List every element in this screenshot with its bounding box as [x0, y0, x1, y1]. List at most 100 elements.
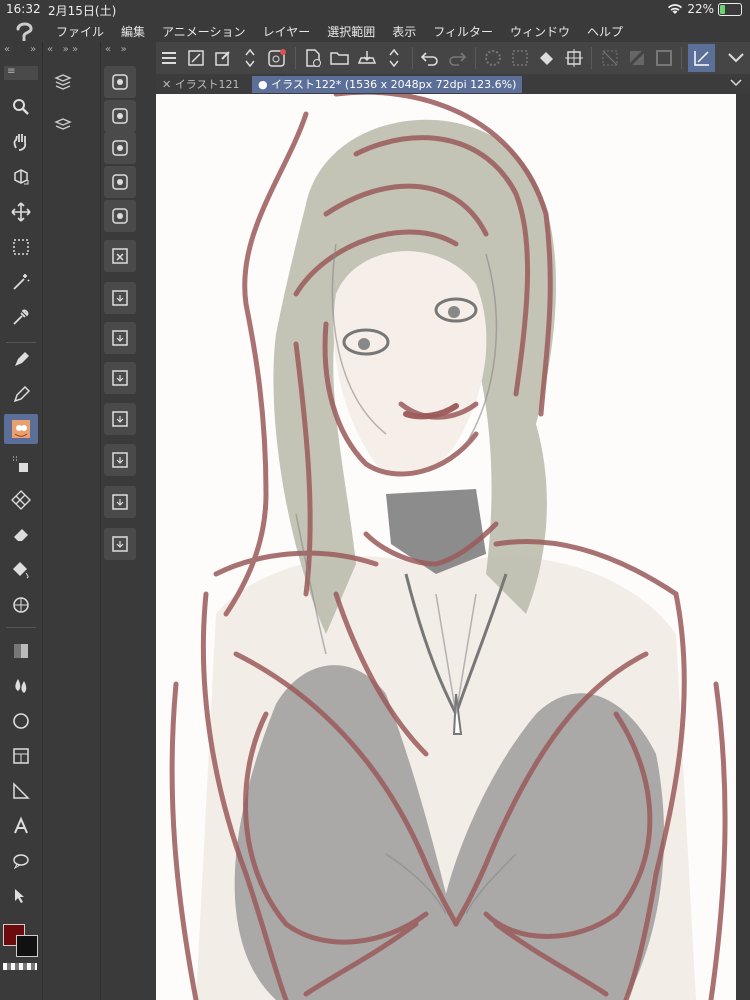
- tool-frame-icon[interactable]: [4, 741, 38, 771]
- pen-icon: [15, 352, 29, 366]
- color-mix-icon: [112, 174, 128, 190]
- open-folder-icon[interactable]: [329, 46, 352, 70]
- material-image-button[interactable]: [104, 362, 136, 394]
- loading-icon[interactable]: [482, 46, 505, 70]
- menu-icon[interactable]: [158, 46, 181, 70]
- layer-icon[interactable]: [53, 114, 73, 134]
- tool-ruler-icon[interactable]: [4, 776, 38, 806]
- expand-icon[interactable]: »: [30, 44, 36, 55]
- material-close-button[interactable]: [104, 240, 136, 272]
- material-download-button[interactable]: [104, 403, 136, 435]
- ios-status-bar: 16:32 2月15日(土) 22%: [0, 0, 750, 20]
- undo-icon[interactable]: [419, 46, 442, 70]
- save-icon[interactable]: [356, 46, 379, 70]
- canvas-scroll-area[interactable]: [736, 94, 750, 1000]
- palette-header: « »: [0, 42, 42, 60]
- tool-operation-icon[interactable]: [4, 881, 38, 911]
- color-mix-button[interactable]: [104, 166, 136, 198]
- material-folder-button[interactable]: [104, 282, 136, 314]
- companion-icon[interactable]: [266, 46, 289, 70]
- layer-property-icon[interactable]: [53, 72, 73, 92]
- tool-eyedropper-icon[interactable]: [4, 302, 38, 332]
- tab-label: イラスト121: [174, 78, 240, 91]
- collapse-left-icon[interactable]: «: [4, 44, 10, 55]
- balloon-icon: [13, 854, 29, 870]
- sub-tool-button[interactable]: [104, 100, 136, 132]
- color-circle-button[interactable]: [104, 66, 136, 98]
- up-down-icon[interactable]: [239, 46, 262, 70]
- material-star-button[interactable]: [104, 486, 136, 518]
- material-figure-icon: [112, 452, 128, 468]
- eyedropper-icon: [13, 309, 29, 325]
- tool-airbrush-icon[interactable]: [4, 449, 38, 479]
- material-import-button[interactable]: [104, 528, 136, 560]
- tool-zoom-icon[interactable]: [4, 92, 38, 122]
- tool-select-rect-icon[interactable]: [4, 232, 38, 262]
- tool-move-icon[interactable]: [4, 197, 38, 227]
- fill-selection-icon[interactable]: [535, 46, 558, 70]
- chevron-down-icon[interactable]: [725, 46, 748, 70]
- ruler-snap-icon[interactable]: [652, 46, 675, 70]
- animation-button[interactable]: [104, 200, 136, 232]
- material-figure-button[interactable]: [104, 444, 136, 476]
- up-down-icon-2[interactable]: [383, 46, 406, 70]
- select-rect-icon: [13, 239, 29, 255]
- menu-item[interactable]: ヘルプ: [587, 23, 623, 40]
- tool-pen-icon[interactable]: [4, 345, 38, 375]
- tool-text-icon[interactable]: [4, 811, 38, 841]
- tool-eraser-icon[interactable]: [4, 520, 38, 550]
- layer-panel-strip: « » »: [42, 42, 101, 1000]
- tool-divider: [6, 627, 36, 628]
- menu-item[interactable]: 選択範囲: [327, 23, 375, 40]
- decoration-icon: [11, 490, 31, 510]
- tool-rotate-icon[interactable]: [4, 162, 38, 192]
- menu-item[interactable]: 編集: [121, 23, 145, 40]
- menu-item[interactable]: レイヤー: [263, 23, 311, 40]
- tool-gradient-icon[interactable]: [4, 636, 38, 666]
- palette-menu-icon[interactable]: ≡: [4, 66, 38, 80]
- app-logo-icon[interactable]: [14, 21, 36, 41]
- tool-magic-wand-icon[interactable]: [4, 267, 38, 297]
- material-pattern-button[interactable]: [104, 322, 136, 354]
- tool-balloon-icon[interactable]: [4, 846, 38, 876]
- canvas-resize-icon[interactable]: [185, 46, 208, 70]
- hide-selection-icon[interactable]: [598, 46, 621, 70]
- tool-decoration-icon[interactable]: [4, 485, 38, 515]
- material-download-icon: [112, 411, 128, 427]
- sub-color-swatch[interactable]: [16, 935, 38, 957]
- collapse-icon[interactable]: « » »: [47, 44, 78, 55]
- menu-item[interactable]: アニメーション: [162, 23, 246, 40]
- tool-blend-icon[interactable]: [4, 671, 38, 701]
- material-image-icon: [112, 370, 128, 386]
- snap-to-ruler-icon[interactable]: [688, 44, 715, 72]
- menu-item[interactable]: 表示: [392, 23, 416, 40]
- brush-preset-button[interactable]: [4, 414, 38, 444]
- tool-pencil-icon[interactable]: [4, 380, 38, 410]
- transform-selection-icon[interactable]: [562, 46, 585, 70]
- clear-icon[interactable]: [508, 46, 531, 70]
- toolbar-divider: [411, 47, 413, 69]
- snap-icon[interactable]: [625, 46, 648, 70]
- tool-hand-icon[interactable]: [4, 127, 38, 157]
- toolbar-divider: [474, 47, 476, 69]
- tool-circle-icon[interactable]: [4, 706, 38, 736]
- edit-icon[interactable]: [212, 46, 235, 70]
- menu-item[interactable]: ファイル: [56, 23, 104, 40]
- tab-illust-121[interactable]: ✕ イラスト121: [156, 76, 246, 93]
- new-file-icon[interactable]: [302, 46, 325, 70]
- color-set-button[interactable]: [104, 132, 136, 164]
- tool-fill-icon[interactable]: [4, 555, 38, 585]
- close-icon[interactable]: ✕: [162, 78, 171, 91]
- menu-item[interactable]: ウィンドウ: [510, 23, 570, 40]
- toolbar-divider: [681, 47, 683, 69]
- status-time: 16:32: [6, 2, 41, 16]
- tab-illust-122[interactable]: ● イラスト122* (1536 x 2048px 72dpi 123.6%): [252, 76, 523, 93]
- material-pattern-icon: [112, 330, 128, 346]
- redo-icon[interactable]: [446, 46, 469, 70]
- transparent-color-swatch[interactable]: [3, 963, 37, 970]
- drawing-canvas[interactable]: [156, 94, 736, 1000]
- collapse-icon-2[interactable]: « »: [105, 44, 127, 55]
- menu-item[interactable]: フィルター: [433, 23, 493, 40]
- tool-transform-icon[interactable]: [4, 590, 38, 620]
- tab-list-chevron-icon[interactable]: [730, 79, 742, 87]
